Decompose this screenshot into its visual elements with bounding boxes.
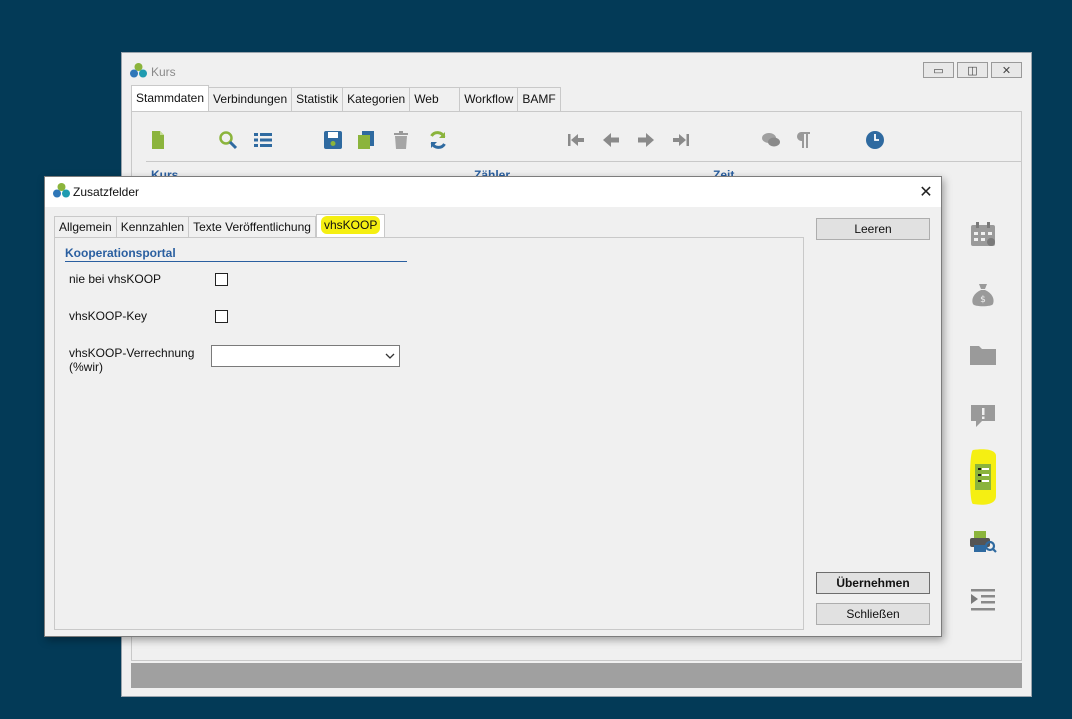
status-bar <box>131 663 1022 688</box>
tab-vhskoop-label: vhsKOOP <box>320 216 381 234</box>
next-record-icon[interactable] <box>636 130 656 150</box>
section-divider <box>65 261 407 262</box>
svg-text:$: $ <box>980 295 986 305</box>
section-title: Kooperationsportal <box>65 246 176 260</box>
save-icon[interactable] <box>323 130 343 150</box>
refresh-icon[interactable] <box>428 130 448 150</box>
vhskoop-key-label: vhsKOOP-Key <box>69 309 148 323</box>
vhskoop-key-checkbox[interactable] <box>215 310 228 323</box>
close-dialog-button[interactable]: Schließen <box>816 603 930 625</box>
verrechnung-label-line1: vhsKOOP-Verrechnung <box>69 346 195 360</box>
calendar-icon[interactable] <box>958 214 1008 254</box>
clock-icon[interactable] <box>865 130 885 150</box>
list-icon[interactable] <box>253 130 273 150</box>
minimize-button[interactable]: ▭ <box>923 62 954 78</box>
previous-record-icon[interactable] <box>601 130 621 150</box>
money-bag-icon[interactable]: $ <box>958 275 1008 315</box>
dialog-title: Zusatzfelder <box>73 185 140 199</box>
new-document-icon[interactable] <box>148 130 168 150</box>
dialog-close-icon[interactable]: ✕ <box>911 177 941 207</box>
folder-icon[interactable] <box>958 335 1008 375</box>
tab-texte-veroeffentlichung[interactable]: Texte Veröffentlichung <box>189 216 316 238</box>
chevron-down-icon <box>385 353 395 359</box>
maximize-button[interactable]: ◫ <box>957 62 988 78</box>
tab-verbindungen[interactable]: Verbindungen <box>209 87 293 112</box>
toolbar <box>132 122 1021 162</box>
vhskoop-verrechnung-label: vhsKOOP-Verrechnung (%wir) <box>69 346 194 374</box>
close-button[interactable]: ✕ <box>991 62 1022 78</box>
tab-web[interactable]: Web <box>410 87 461 112</box>
tab-statistik[interactable]: Statistik <box>292 87 344 112</box>
nie-bei-vhskoop-label: nie bei vhsKOOP <box>69 272 162 286</box>
app-logo-icon <box>53 183 70 198</box>
first-record-icon[interactable] <box>566 130 586 150</box>
notice-icon[interactable] <box>958 396 1008 436</box>
app-logo-icon <box>130 63 147 78</box>
main-titlebar: Kurs ▭ ◫ ✕ <box>122 53 1031 85</box>
tab-kategorien[interactable]: Kategorien <box>343 87 411 112</box>
zusatzfelder-dialog: Zusatzfelder ✕ Allgemein Kennzahlen Text… <box>44 176 942 637</box>
copy-icon[interactable] <box>356 130 376 150</box>
comments-icon[interactable] <box>761 130 781 150</box>
main-tab-bar: Stammdaten Verbindungen Statistik Katego… <box>131 85 561 112</box>
dialog-tab-bar: Allgemein Kennzahlen Texte Veröffentlich… <box>54 214 386 238</box>
vhskoop-verrechnung-select[interactable] <box>211 345 400 367</box>
main-window-title: Kurs <box>151 65 176 79</box>
paragraph-icon[interactable] <box>793 130 813 150</box>
vhskoop-tab-page: Kooperationsportal nie bei vhsKOOP vhsKO… <box>54 237 804 630</box>
toolbar-separator <box>146 161 1022 162</box>
tab-stammdaten[interactable]: Stammdaten <box>131 85 210 112</box>
verrechnung-label-line2: (%wir) <box>69 360 103 374</box>
print-preview-icon[interactable] <box>958 522 1008 562</box>
last-record-icon[interactable] <box>671 130 691 150</box>
nie-bei-vhskoop-checkbox[interactable] <box>215 273 228 286</box>
indent-list-icon[interactable] <box>958 580 1008 620</box>
dialog-titlebar: Zusatzfelder ✕ <box>45 177 941 207</box>
tab-allgemein[interactable]: Allgemein <box>54 216 117 238</box>
clear-button[interactable]: Leeren <box>816 218 930 240</box>
tab-workflow[interactable]: Workflow <box>460 87 519 112</box>
checklist-icon[interactable] <box>958 449 1008 505</box>
search-icon[interactable] <box>218 130 238 150</box>
tab-kennzahlen[interactable]: Kennzahlen <box>116 216 190 238</box>
tab-bamf[interactable]: BAMF <box>518 87 561 112</box>
delete-icon[interactable] <box>391 130 411 150</box>
tab-vhskoop[interactable]: vhsKOOP <box>315 214 386 238</box>
apply-button[interactable]: Übernehmen <box>816 572 930 594</box>
